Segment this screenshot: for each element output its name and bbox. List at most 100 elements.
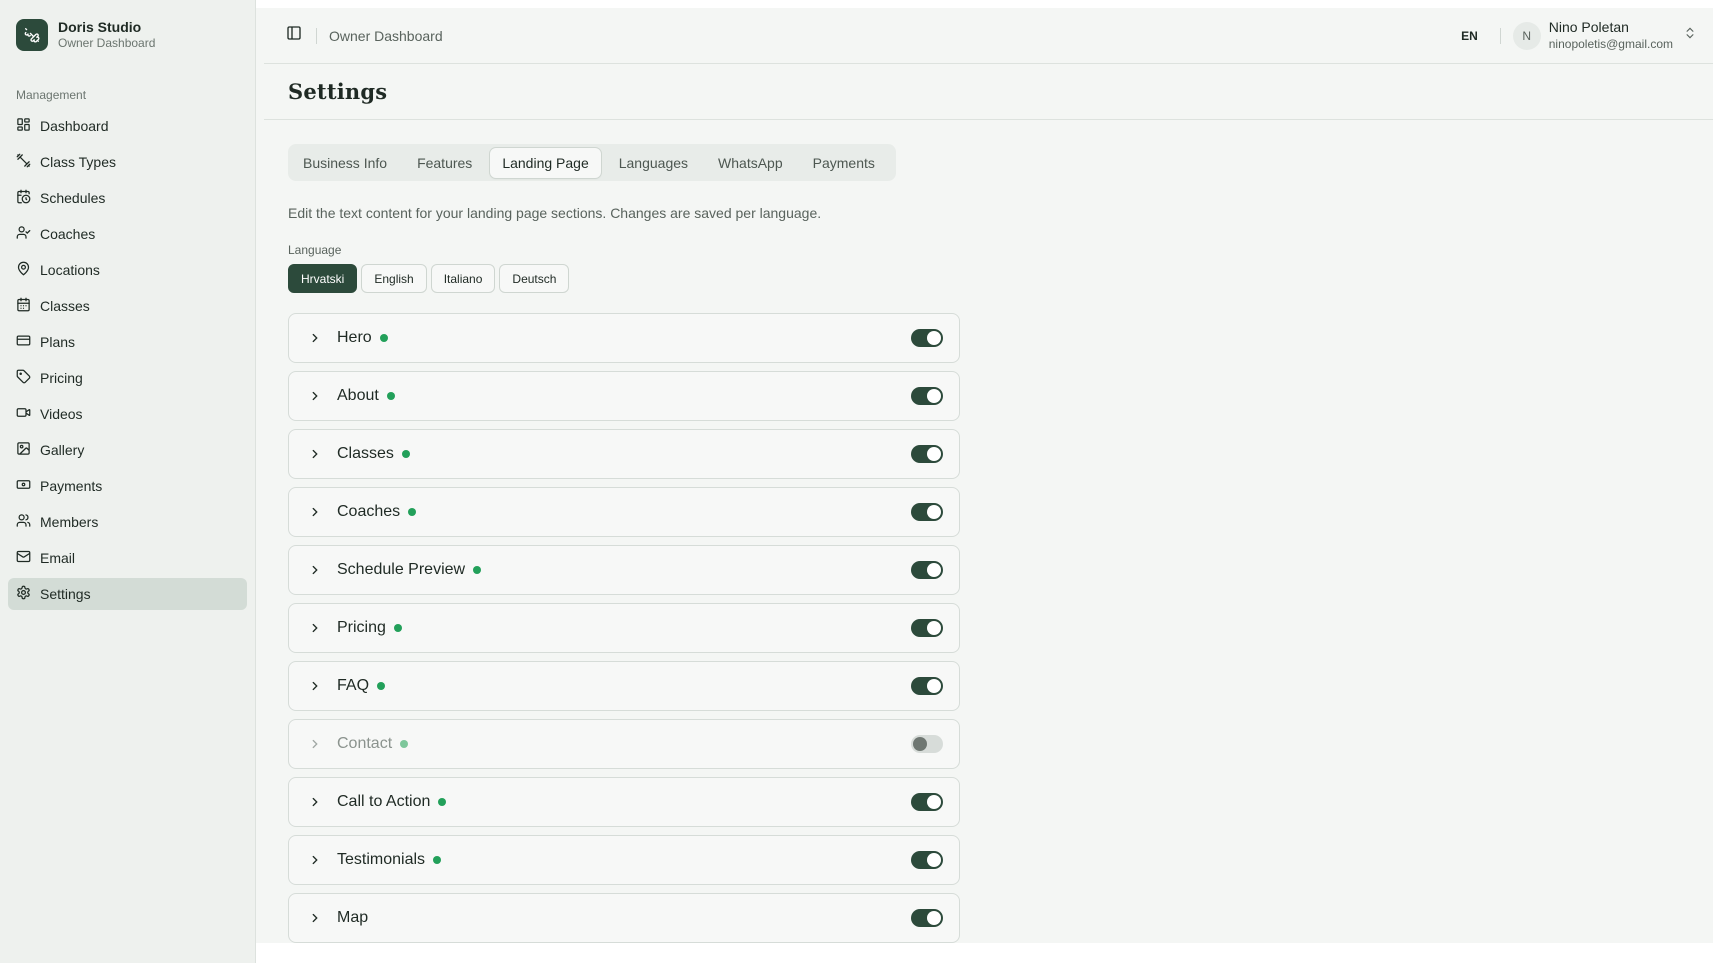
chevron-right-icon <box>307 794 323 810</box>
section-name: Coaches <box>337 503 401 520</box>
status-dot <box>386 392 395 400</box>
toggle-knob <box>927 853 941 867</box>
section-toggle[interactable] <box>911 387 943 405</box>
section-name: Pricing <box>337 619 386 636</box>
chevron-right-icon <box>307 910 323 926</box>
status-dot <box>408 508 417 516</box>
tab-business-info[interactable]: Business Info <box>291 148 399 178</box>
sidebar-item-label: Payments <box>40 478 103 494</box>
chevron-right-icon <box>307 562 323 578</box>
section-toggle[interactable] <box>911 561 943 579</box>
grid-icon <box>16 117 31 135</box>
status-dot <box>400 740 409 748</box>
main-area: Owner Dashboard EN N Nino Poletan ninopo… <box>256 0 1713 963</box>
sidebar-item-settings[interactable]: Settings <box>8 578 247 610</box>
section-toggle[interactable] <box>911 445 943 463</box>
divider <box>1499 27 1501 44</box>
tag-icon <box>16 369 31 387</box>
toggle-knob <box>927 447 941 461</box>
chevron-right-icon <box>307 852 323 868</box>
section-row-pricing[interactable]: Pricing <box>288 603 960 653</box>
section-row-hero[interactable]: Hero <box>288 313 960 363</box>
section-toggle[interactable] <box>911 793 943 811</box>
sidebar-item-plans[interactable]: Plans <box>8 326 247 358</box>
sidebar-toggle-button[interactable] <box>280 22 308 50</box>
section-row-contact[interactable]: Contact <box>288 719 960 769</box>
sidebar-item-label: Plans <box>40 334 76 350</box>
status-dot <box>433 856 442 864</box>
calendar-clock-icon <box>16 189 31 207</box>
section-row-coaches[interactable]: Coaches <box>288 487 960 537</box>
chevron-right-icon <box>307 504 323 520</box>
section-name: About <box>337 387 379 404</box>
app-root: Doris Studio Owner Dashboard Management … <box>0 0 1713 963</box>
sidebar-item-label: Coaches <box>40 226 96 242</box>
language-button-english[interactable]: English <box>361 264 427 293</box>
chevron-right-icon <box>307 678 323 694</box>
section-name: Schedule Preview <box>337 561 466 578</box>
toggle-knob <box>927 563 941 577</box>
sidebar-item-dashboard[interactable]: Dashboard <box>8 110 247 142</box>
language-switcher[interactable]: EN <box>1453 29 1486 43</box>
toggle-knob <box>927 389 941 403</box>
chevron-right-icon <box>307 330 323 346</box>
section-toggle[interactable] <box>911 503 943 521</box>
section-row-map[interactable]: Map <box>288 893 960 943</box>
brand-text: Doris Studio Owner Dashboard <box>58 19 155 50</box>
language-button-italiano[interactable]: Italiano <box>430 264 496 293</box>
page-header: Settings <box>264 64 1713 120</box>
avatar[interactable]: N <box>1512 21 1541 50</box>
section-row-about[interactable]: About <box>288 371 960 421</box>
section-toggle[interactable] <box>911 735 943 753</box>
sidebar-item-classes[interactable]: Classes <box>8 290 247 322</box>
section-row-schedule-preview[interactable]: Schedule Preview <box>288 545 960 595</box>
sidebar-item-label: Members <box>40 514 99 530</box>
brand[interactable]: Doris Studio Owner Dashboard <box>8 14 247 54</box>
user-name: Nino Poletan <box>1548 19 1629 36</box>
sidebar-item-members[interactable]: Members <box>8 506 247 538</box>
credit-card-icon <box>16 333 31 351</box>
section-row-faq[interactable]: FAQ <box>288 661 960 711</box>
sidebar-item-videos[interactable]: Videos <box>8 398 247 430</box>
sidebar-item-payments[interactable]: Payments <box>8 470 247 502</box>
sidebar-item-label: Schedules <box>40 190 106 206</box>
page-title: Settings <box>288 79 388 104</box>
breadcrumb[interactable]: Owner Dashboard <box>329 28 443 44</box>
sidebar-item-gallery[interactable]: Gallery <box>8 434 247 466</box>
section-name: Contact <box>337 735 393 752</box>
section-row-testimonials[interactable]: Testimonials <box>288 835 960 885</box>
section-toggle[interactable] <box>911 619 943 637</box>
status-dot <box>401 450 410 458</box>
user-menu[interactable]: Nino Poletan ninopoletis@gmail.com <box>1549 19 1673 52</box>
sidebar-item-class-types[interactable]: Class Types <box>8 146 247 178</box>
section-row-call-to-action[interactable]: Call to Action <box>288 777 960 827</box>
toggle-knob <box>927 331 941 345</box>
sidebar-item-locations[interactable]: Locations <box>8 254 247 286</box>
chevrons-up-down-icon[interactable] <box>1683 26 1697 45</box>
section-toggle[interactable] <box>911 909 943 927</box>
section-toggle[interactable] <box>911 851 943 869</box>
image-icon <box>16 441 31 459</box>
language-button-hrvatski[interactable]: Hrvatski <box>288 264 358 293</box>
section-toggle[interactable] <box>911 329 943 347</box>
mail-icon <box>16 549 31 567</box>
language-button-deutsch[interactable]: Deutsch <box>499 264 570 293</box>
tab-languages[interactable]: Languages <box>607 148 700 178</box>
sidebar-item-pricing[interactable]: Pricing <box>8 362 247 394</box>
tab-landing-page[interactable]: Landing Page <box>490 147 601 178</box>
tab-payments[interactable]: Payments <box>801 148 887 178</box>
sidebar-item-email[interactable]: Email <box>8 542 247 574</box>
dumbbell-icon <box>16 19 48 51</box>
gear-icon <box>16 585 31 603</box>
sidebar-item-label: Pricing <box>40 370 83 386</box>
section-name: FAQ <box>337 677 370 694</box>
section-row-classes[interactable]: Classes <box>288 429 960 479</box>
sidebar-item-coaches[interactable]: Coaches <box>8 218 247 250</box>
section-toggle[interactable] <box>911 677 943 695</box>
toggle-knob <box>927 911 941 925</box>
tab-features[interactable]: Features <box>405 148 484 178</box>
sidebar-item-label: Class Types <box>40 154 116 170</box>
status-dot <box>438 798 447 806</box>
sidebar-item-schedules[interactable]: Schedules <box>8 182 247 214</box>
tab-whatsapp[interactable]: WhatsApp <box>706 148 795 178</box>
